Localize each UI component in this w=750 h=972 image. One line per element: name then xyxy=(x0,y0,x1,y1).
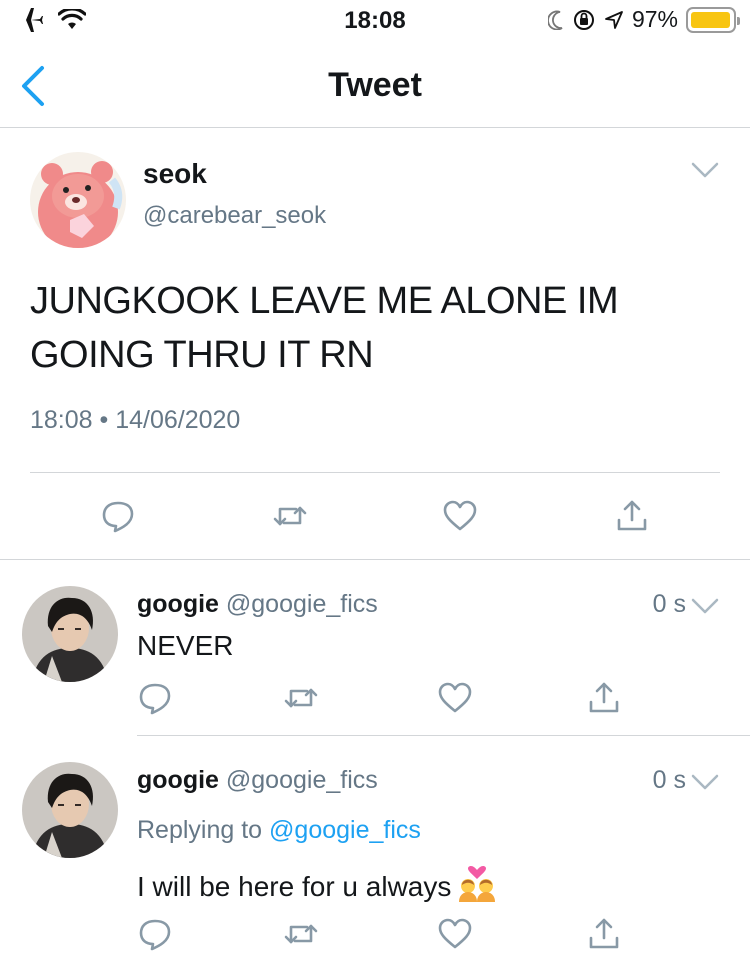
orientation-lock-icon xyxy=(573,9,594,30)
tweet-text: I will be here for u always xyxy=(137,866,497,903)
divider xyxy=(30,472,720,473)
replying-to: Replying to @googie_fics xyxy=(137,816,421,845)
reply-header: googie @googie_fics xyxy=(137,766,378,795)
retweet-icon[interactable] xyxy=(272,498,308,534)
battery-icon xyxy=(686,6,740,33)
avatar[interactable] xyxy=(22,762,118,858)
reply-tweet[interactable]: googie @googie_fics 0 s Replying to @goo… xyxy=(0,736,750,972)
mention-link[interactable]: @googie_fics xyxy=(269,816,421,844)
chevron-down-icon[interactable] xyxy=(690,160,720,180)
avatar[interactable] xyxy=(30,152,126,248)
reply-tweet[interactable]: googie @googie_fics 0 s NEVER xyxy=(0,560,750,736)
avatar[interactable] xyxy=(22,586,118,682)
user-handle[interactable]: @googie_fics xyxy=(226,766,378,794)
tweet-text: NEVER xyxy=(137,630,234,661)
tweet-text-body: I will be here for u always xyxy=(137,871,452,902)
googie-avatar-image xyxy=(22,762,118,858)
reply-icon[interactable] xyxy=(100,498,136,534)
chevron-down-icon[interactable] xyxy=(690,772,720,792)
display-name[interactable]: googie xyxy=(137,766,219,794)
googie-avatar-image xyxy=(22,586,118,682)
like-icon[interactable] xyxy=(437,916,473,952)
page-title: Tweet xyxy=(328,66,422,104)
tweet-timestamp: 18:08 • 14/06/2020 xyxy=(30,406,241,434)
user-handle[interactable]: @carebear_seok xyxy=(143,202,326,230)
status-bar: 18:08 97% xyxy=(0,0,750,40)
reply-time: 0 s xyxy=(652,590,686,618)
share-icon[interactable] xyxy=(586,680,622,716)
carebear-avatar-image xyxy=(30,152,126,248)
battery-percent: 97% xyxy=(631,6,678,32)
display-name[interactable]: googie xyxy=(137,590,219,618)
couple-with-heart-emoji xyxy=(459,866,496,902)
battery-level xyxy=(691,11,730,28)
location-icon xyxy=(605,10,623,29)
moon-icon xyxy=(547,10,563,30)
tweet-actions xyxy=(0,498,750,538)
retweet-icon[interactable] xyxy=(283,680,319,716)
reply-time: 0 s xyxy=(652,766,686,794)
user-handle[interactable]: @googie_fics xyxy=(226,590,378,618)
display-name[interactable]: seok xyxy=(143,158,207,190)
main-tweet: seok @carebear_seok JUNGKOOK LEAVE ME AL… xyxy=(0,128,750,560)
reply-icon[interactable] xyxy=(137,680,173,716)
share-icon[interactable] xyxy=(614,498,650,534)
nav-bar: Tweet xyxy=(0,40,750,128)
reply-header: googie @googie_fics xyxy=(137,590,378,619)
retweet-icon[interactable] xyxy=(283,916,319,952)
share-icon[interactable] xyxy=(586,916,622,952)
tweet-text: JUNGKOOK LEAVE ME ALONE IM GOING THRU IT… xyxy=(30,280,619,376)
reply-icon[interactable] xyxy=(137,916,173,952)
replying-label: Replying to xyxy=(137,816,263,844)
like-icon[interactable] xyxy=(437,680,473,716)
chevron-down-icon[interactable] xyxy=(690,596,720,616)
status-right: 97% xyxy=(547,6,740,33)
like-icon[interactable] xyxy=(442,498,478,534)
